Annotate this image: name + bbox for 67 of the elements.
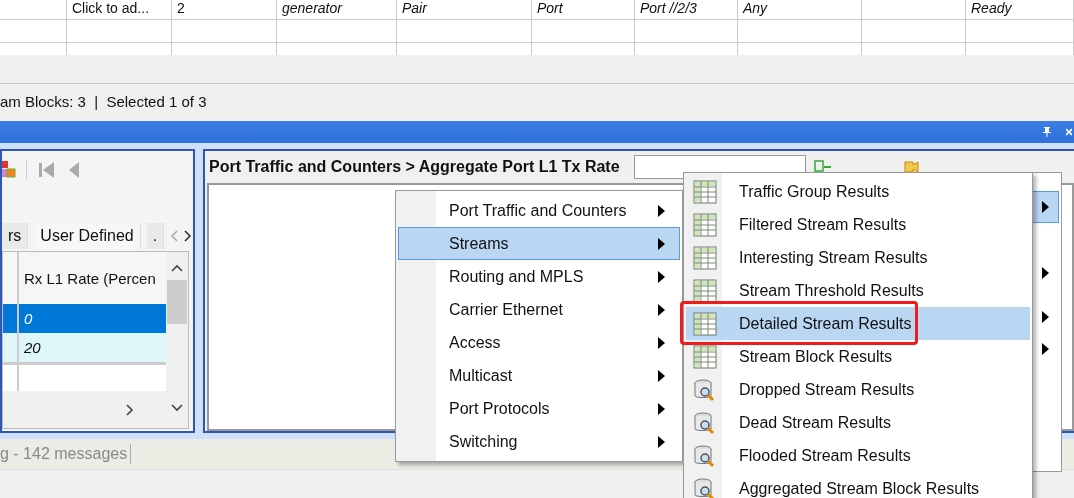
menu-item[interactable]: Traffic Group Results xyxy=(686,175,1030,208)
table-icon xyxy=(693,344,717,369)
menu-item[interactable] xyxy=(1031,191,1059,223)
grid-row[interactable]: 0 xyxy=(3,304,166,333)
grid-row[interactable]: 20 xyxy=(3,333,166,362)
table-cell: Pair xyxy=(402,0,427,16)
submenu-arrow-icon xyxy=(1041,201,1049,213)
menu-item[interactable]: Port Traffic and Counters xyxy=(398,194,680,227)
menu-item[interactable]: Detailed Stream Results xyxy=(686,307,1030,340)
menu-item[interactable]: Flooded Stream Results xyxy=(686,439,1030,472)
close-icon[interactable] xyxy=(1066,127,1072,137)
database-search-icon xyxy=(693,476,717,498)
table-cell: Port xyxy=(537,0,563,16)
vertical-scrollbar[interactable] xyxy=(166,252,188,428)
table-cell: Port //2/3 xyxy=(640,0,697,16)
table-cell: Click to ad... xyxy=(72,0,150,16)
menu-item[interactable]: Multicast xyxy=(398,359,680,392)
menu-item[interactable]: Routing and MPLS xyxy=(398,260,680,293)
menu-item[interactable]: Streams xyxy=(398,227,680,260)
submenu-arrow-icon xyxy=(658,402,665,415)
table-icon xyxy=(693,212,717,237)
submenu-arrow-icon xyxy=(658,303,665,316)
chevron-right-icon[interactable] xyxy=(184,230,193,242)
menu-item[interactable]: Switching xyxy=(398,425,680,458)
table-cell: Ready xyxy=(971,0,1012,16)
database-search-icon xyxy=(693,410,717,435)
chart-icon[interactable] xyxy=(2,159,16,181)
arrow-icon[interactable] xyxy=(901,159,922,175)
submenu-arrow-icon xyxy=(658,270,665,283)
status-text: am Blocks: 3 | Selected 1 of 3 xyxy=(0,92,207,110)
menu-item[interactable]: Interesting Stream Results xyxy=(686,241,1030,274)
submenu-arrow-icon xyxy=(1041,343,1049,355)
table-cell: Any xyxy=(743,0,768,16)
menu-item[interactable]: Dropped Stream Results xyxy=(686,373,1030,406)
table-icon xyxy=(693,278,717,303)
submenu-arrow-icon xyxy=(658,336,665,349)
scroll-up-icon[interactable] xyxy=(171,264,183,272)
database-search-icon xyxy=(693,443,717,468)
menu-item[interactable]: Filtered Stream Results xyxy=(686,208,1030,241)
submenu-arrow-icon xyxy=(658,237,665,250)
table-icon xyxy=(693,311,717,336)
submenu-arrow-icon xyxy=(1041,311,1049,323)
submenu-arrow-icon xyxy=(658,369,665,382)
database-search-icon xyxy=(693,377,717,402)
menu-item[interactable]: Port Protocols xyxy=(398,392,680,425)
tab[interactable]: rs xyxy=(2,223,29,249)
menu-item[interactable]: Access xyxy=(398,326,680,359)
menu-item[interactable]: Dead Stream Results xyxy=(686,406,1030,439)
panel-title: Port Traffic and Counters > Aggregate Port L1 Tx Rate xyxy=(209,158,620,176)
pin-icon[interactable] xyxy=(1042,126,1052,138)
tab[interactable]: . xyxy=(146,223,165,249)
table-icon xyxy=(693,179,717,204)
message-count: g - 142 messages xyxy=(0,445,128,463)
export-icon[interactable] xyxy=(813,159,834,175)
submenu-arrow-icon xyxy=(658,204,665,217)
table-cell: 0 xyxy=(24,310,33,327)
submenu-arrow-icon xyxy=(1041,267,1049,279)
table-cell: generator xyxy=(282,0,342,16)
scroll-right-icon[interactable] xyxy=(126,403,134,416)
menu-item[interactable]: Carrier Ethernet xyxy=(398,293,680,326)
scrollbar-thumb[interactable] xyxy=(167,280,187,324)
submenu-arrow-icon xyxy=(658,435,665,448)
table-cell: 20 xyxy=(24,339,41,356)
menu-item[interactable]: Aggregated Stream Block Results xyxy=(686,472,1030,498)
table-icon xyxy=(693,245,717,270)
scroll-down-icon[interactable] xyxy=(171,404,183,412)
table-cell: 2 xyxy=(177,0,185,16)
